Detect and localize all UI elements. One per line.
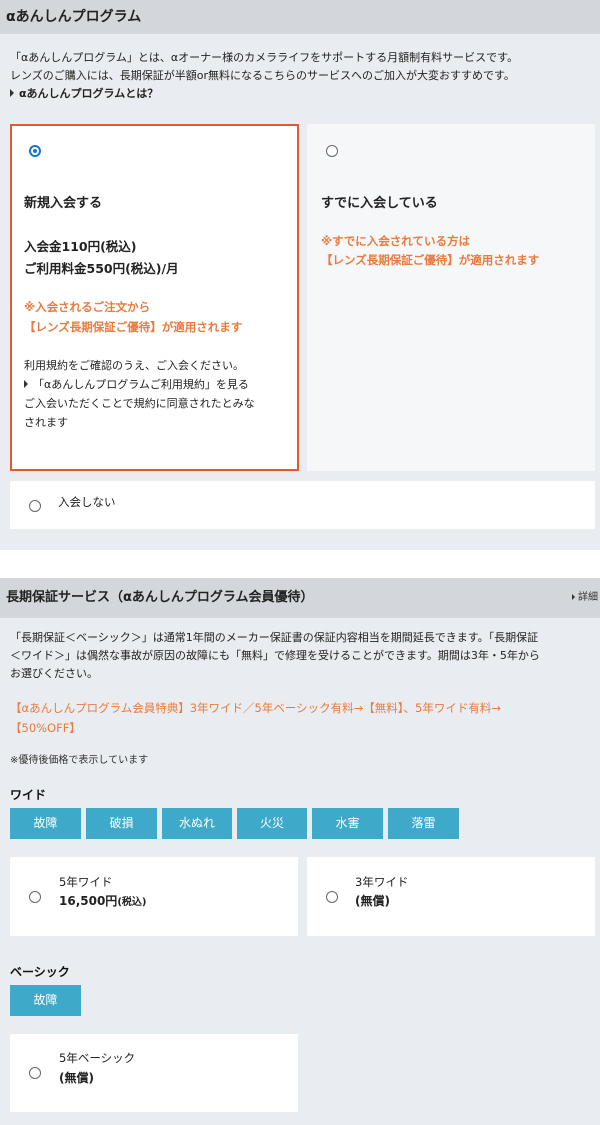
option-new-member-card[interactable]: 新規入会する 入会金110円(税込) ご利用料金550円(税込)/月 ※入会され…	[10, 124, 299, 471]
wide-label: ワイド	[10, 788, 47, 802]
option-new-member-title: 新規入会する	[24, 196, 103, 211]
program-intro-line-2: レンズのご購入には、長期保証が半額or無料になるこちらのサービスへのご加入が大変…	[10, 69, 515, 82]
entry-fee: 入会金110円(税込)	[24, 239, 137, 254]
member-promo: 【αあんしんプログラム会員特典】3年ワイド／5年ベーシック有料→【無料】、5年ワ…	[10, 698, 595, 738]
wide-tag-fire: 火災	[237, 808, 307, 839]
radio-3yr-wide[interactable]	[326, 891, 338, 903]
wide-tag-flood: 水害	[312, 808, 383, 839]
price-note: ※優待後価格で表示しています	[10, 755, 149, 766]
plan-5yr-wide-name: 5年ワイド	[59, 875, 113, 889]
triangle-right-icon	[24, 380, 28, 388]
option-existing-member-title: すでに入会している	[321, 196, 438, 211]
plan-3yr-wide-card[interactable]: 3年ワイド (無償)	[307, 857, 595, 936]
plan-5yr-basic-price: (無償)	[59, 1071, 94, 1085]
plan-5yr-basic-name: 5年ベーシック	[59, 1051, 136, 1065]
detail-link[interactable]: 詳細	[572, 578, 598, 618]
warranty-description: 「長期保証＜ベーシック＞」は通常1年間のメーカー保証書の保証内容相当を期間延長で…	[10, 629, 595, 683]
terms-agree-line-1: ご入会いただくことで規約に同意されたとみな	[24, 397, 255, 410]
radio-5yr-wide[interactable]	[29, 891, 41, 903]
terms-agree-line-2: されます	[24, 416, 68, 429]
existing-member-note-1: ※すでに入会されている方は	[321, 234, 470, 248]
radio-existing-member[interactable]	[326, 145, 338, 157]
triangle-right-icon	[572, 594, 575, 600]
program-section-title: αあんしんプログラム	[6, 9, 142, 25]
new-member-note-1: ※入会されるご注文から	[24, 300, 151, 314]
terms-link[interactable]: 「αあんしんプログラムご利用規約」を見る	[24, 376, 249, 394]
program-intro: 「αあんしんプログラム」とは、αオーナー様のカメラライフをサポートする月額制有料…	[10, 49, 595, 103]
radio-new-member[interactable]	[29, 145, 41, 157]
warranty-desc-line-3: お選びください。	[10, 667, 98, 680]
radio-5yr-basic[interactable]	[29, 1067, 41, 1079]
new-member-note-2: 【レンズ長期保証ご優待】が適用されます	[24, 320, 243, 334]
wide-tag-breakdown: 故障	[10, 808, 81, 839]
plan-5yr-wide-card[interactable]: 5年ワイド 16,500円(税込)	[10, 857, 298, 936]
radio-no-join[interactable]	[29, 500, 41, 512]
plan-5yr-wide-price: 16,500円(税込)	[59, 894, 147, 908]
warranty-section-title: 長期保証サービス（αあんしんプログラム会員優待）	[6, 590, 314, 605]
option-no-join-label: 入会しない	[58, 495, 116, 509]
program-section-header: αあんしんプログラム	[0, 0, 600, 34]
plan-5yr-basic-card[interactable]: 5年ベーシック (無償)	[10, 1034, 298, 1112]
member-promo-line-2: 【50%OFF】	[10, 721, 81, 735]
existing-member-note-2: 【レンズ長期保証ご優待】が適用されます	[321, 253, 540, 267]
wide-tag-lightning: 落雷	[388, 808, 459, 839]
basic-label: ベーシック	[10, 965, 70, 979]
terms-instruction: 利用規約をご確認のうえ、ご入会ください。	[24, 359, 244, 372]
section-divider	[0, 550, 600, 578]
triangle-right-icon	[10, 89, 14, 97]
option-no-join-card[interactable]: 入会しない	[10, 481, 595, 529]
member-promo-line-1: 【αあんしんプログラム会員特典】3年ワイド／5年ベーシック有料→【無料】、5年ワ…	[10, 701, 501, 715]
program-about-link[interactable]: αあんしんプログラムとは？	[10, 85, 595, 103]
basic-tag-breakdown: 故障	[10, 985, 81, 1016]
warranty-desc-line-2: ＜ワイド＞」は偶然な事故が原因の故障にも「無料」で修理を受けることができます。期…	[10, 649, 540, 662]
option-existing-member-card[interactable]: すでに入会している ※すでに入会されている方は 【レンズ長期保証ご優待】が適用さ…	[307, 124, 595, 471]
wide-tag-damage: 破損	[86, 808, 157, 839]
plan-3yr-wide-price: (無償)	[355, 894, 390, 908]
wide-tag-water: 水ぬれ	[162, 808, 232, 839]
warranty-desc-line-1: 「長期保証＜ベーシック＞」は通常1年間のメーカー保証書の保証内容相当を期間延長で…	[10, 631, 539, 644]
program-intro-line-1: 「αあんしんプログラム」とは、αオーナー様のカメラライフをサポートする月額制有料…	[10, 51, 519, 64]
plan-3yr-wide-name: 3年ワイド	[355, 875, 409, 889]
warranty-section-header: 長期保証サービス（αあんしんプログラム会員優待） 詳細	[0, 578, 600, 618]
monthly-fee: ご利用料金550円(税込)/月	[24, 261, 179, 276]
